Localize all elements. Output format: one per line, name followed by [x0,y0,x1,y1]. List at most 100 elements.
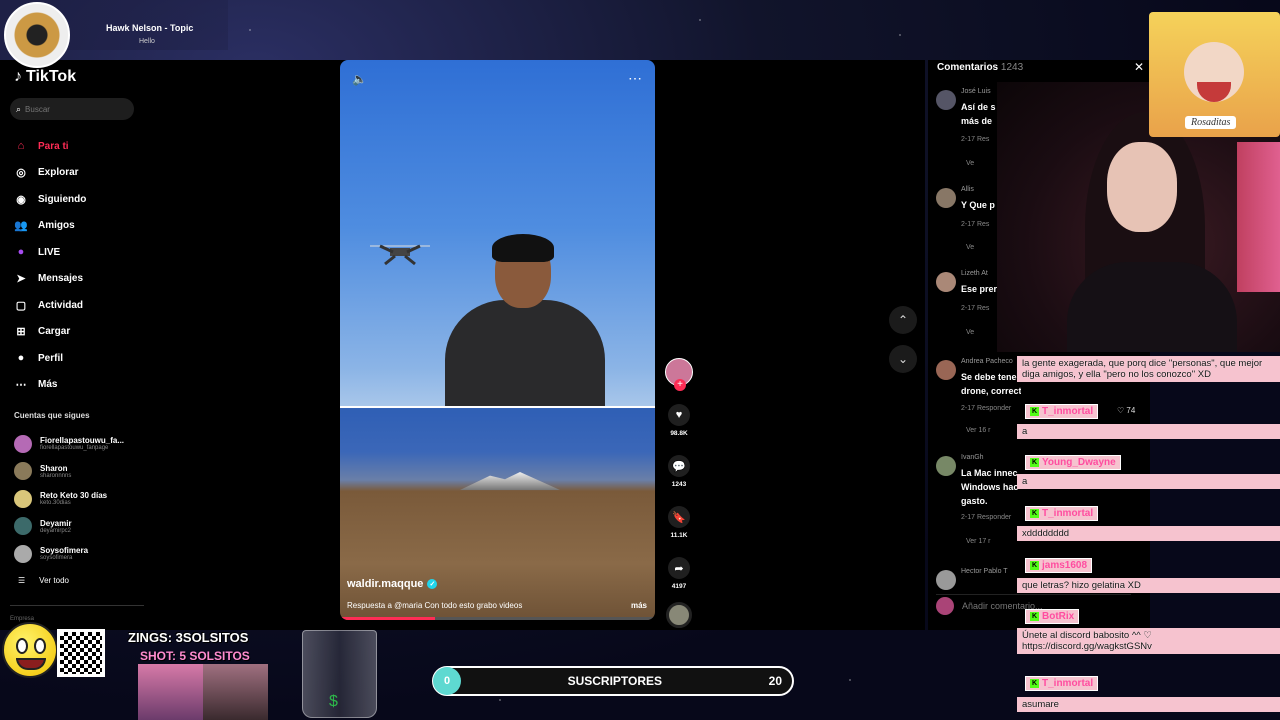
chat-message: Únete al discord babosito ^^ ♡ https://d… [1017,628,1280,654]
video-author[interactable]: waldir.maqque ✓ [347,578,438,590]
now-playing-subtitle: Hello [139,38,155,45]
main-nav: ⌂ Para ti ◎ Explorar ◉ Siguiendo 👥 Amigos ● L… [14,133,86,398]
comment-action[interactable]: 💬 1243 [664,455,694,488]
friends-icon: 👥 [14,220,28,233]
tiktok-logo[interactable]: ♪ TikTok [14,68,76,86]
comments-title: Comentarios 1243 [937,62,1024,73]
kick-badge-icon: K [1030,407,1039,416]
share-action[interactable]: ➦ 4197 [664,557,694,590]
nav-live[interactable]: ● LIVE [14,239,86,266]
video-player[interactable]: 🔈 ⋯ waldir.maqque ✓ Respuesta a @maria Co… [340,60,655,620]
home-icon: ⌂ [17,140,25,153]
caption-more-link[interactable]: más [631,601,647,610]
nav-siguiendo[interactable]: ◉ Siguiendo [14,186,86,213]
avatar [936,272,956,292]
divider [10,605,144,606]
search-input[interactable] [25,104,116,114]
following-item[interactable]: Reto Keto 30 días keto.30dias [14,485,124,513]
chat-username: Kjams1608 [1025,558,1093,573]
video-progress[interactable] [340,617,655,620]
nav-perfil[interactable]: ● Perfil [14,345,86,372]
tiktok-window: ♪TikTok ⌕ ⌂Para ti ◎Explorar ◉Siguiendo … [0,60,925,630]
avatar [936,570,956,590]
drone-image [370,244,430,266]
see-all-link[interactable]: ☰ Ver todo [18,576,69,585]
split-line [340,406,655,408]
alert-thumbnails [138,664,268,720]
sticker-rosaditas: Rosaditas [1149,12,1280,137]
avatar [936,596,954,615]
message-icon: ➤ [16,273,26,286]
following-item[interactable]: Sharon sharonnnns [14,458,124,486]
nav-amigos[interactable]: 👥 Amigos [14,213,86,240]
chat-username: K Young_Dwayne [1025,455,1121,470]
nav-explorar[interactable]: ◎ Explorar [14,160,86,187]
following-list: Fiorellapastouwu_fa... fiorellapastouwu_f… [14,430,124,568]
chat-message: asumare [1017,697,1280,712]
chat-message: a [1017,424,1280,439]
chat-message: a [1017,474,1280,489]
chevron-down-icon[interactable]: ⌄ [889,345,917,373]
shot-label: SHOT: 5 SOLSITOS [140,649,250,663]
search-box[interactable]: ⌕ [10,98,134,120]
nav-mensajes[interactable]: ➤ Mensajes [14,266,86,293]
person-image [435,234,605,408]
following-item[interactable]: Fiorellapastouwu_fa... fiorellapastouwu_f… [14,430,124,458]
activity-icon: ▢ [15,299,27,312]
now-playing-widget: Hawk Nelson - Topic Hello [0,0,228,68]
author-avatar[interactable]: + [665,358,693,391]
save-action[interactable]: 🔖 11.1K [664,506,694,539]
avatar [14,517,32,536]
avatar [14,462,32,481]
volume-icon[interactable]: 🔈 [352,72,367,86]
share-icon: ➦ [668,557,690,579]
like-action[interactable]: ♥ 98.8K [664,404,694,437]
chat-message: xdddddddd [1017,526,1280,541]
zings-label: ZINGS: 3SOLSITOS [128,630,249,645]
follow-plus-icon[interactable]: + [674,379,686,391]
following-title: Cuentas que sigues [14,411,90,420]
chat-message: la gente exagerada, que porq dice "perso… [1017,356,1280,382]
nav-para-ti[interactable]: ⌂ Para ti [14,133,86,160]
chat-likes: ♡ 74 [1117,406,1136,415]
music-disc-icon[interactable] [666,602,692,628]
live-icon: ● [17,246,25,259]
video-options-icon[interactable]: ⋯ [628,70,643,87]
compass-icon: ◎ [16,167,26,180]
bookmark-icon: 🔖 [668,506,690,528]
subscriber-label: SUSCRIPTORES [567,674,663,688]
sticker-label: Rosaditas [1185,116,1237,129]
qr-code-image [57,629,105,677]
nav-actividad[interactable]: ▢ Actividad [14,292,86,319]
nav-mas[interactable]: ⋯ Más [14,372,86,399]
kick-badge-icon: K [1030,561,1039,570]
following-item[interactable]: Deyamir deyamirpc2 [14,513,124,541]
following-item[interactable]: Soysofimera soysofimera [14,540,124,568]
chevron-up-icon[interactable]: ⌃ [889,306,917,334]
kick-badge-icon: K [1030,458,1039,467]
list-icon: ☰ [18,576,26,585]
avatar [936,456,956,476]
verified-icon: ✓ [427,579,438,589]
kick-badge-icon: K [1030,679,1039,688]
tiktok-note-icon: ♪ [14,68,22,85]
subscriber-count: 0 [433,667,461,695]
following-icon: ◉ [16,193,26,206]
chat-username: K BotRix [1025,609,1080,624]
avatar [14,489,32,508]
chat-username: K T_inmortal [1025,506,1099,521]
heart-icon: ♥ [668,404,690,426]
close-icon[interactable]: ✕ [1134,60,1144,74]
comment-icon: 💬 [668,455,690,477]
video-actions: + ♥ 98.8K 💬 1243 🔖 11.1K ➦ 4197 [664,358,694,628]
avatar [14,434,32,453]
nav-cargar[interactable]: ⊞ Cargar [14,319,86,346]
avatar [936,360,956,380]
search-icon: ⌕ [16,103,22,114]
more-icon: ⋯ [15,379,27,392]
avatar [936,90,956,110]
money-icon: $ [329,693,338,710]
emoji-mascot-icon [2,622,58,678]
chat-username: K T_inmortal [1025,676,1099,691]
tip-jar: $ [302,630,377,718]
